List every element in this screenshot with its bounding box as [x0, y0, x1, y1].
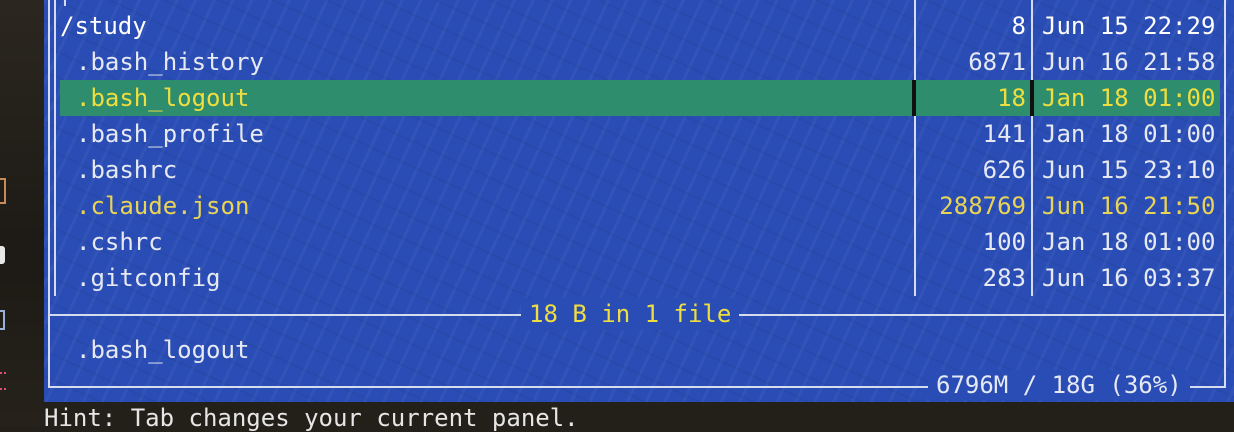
file-row[interactable]: .bashrc 626 Jun 15 23:10	[60, 152, 1220, 188]
panel-frame-left	[48, 0, 50, 388]
file-row[interactable]: .cshrc 100 Jan 18 01:00	[60, 224, 1220, 260]
background-icon-fragment	[0, 310, 5, 330]
file-size: 18	[997, 84, 1026, 112]
file-name: .gitconfig	[76, 264, 221, 292]
file-date: Jun 15 23:10	[1042, 156, 1216, 184]
file-name: .bash_profile	[76, 120, 264, 148]
file-size: 288769	[939, 192, 1026, 220]
file-row[interactable]: .bash_history 6871 Jun 16 21:58	[60, 44, 1220, 80]
file-name: .claude.json	[76, 192, 250, 220]
current-directory-date: Jun 15 22:29	[1042, 12, 1216, 40]
file-date: Jun 16 21:58	[1042, 48, 1216, 76]
current-directory-path: /study	[60, 12, 147, 40]
file-size: 283	[982, 264, 1026, 292]
file-size: 100	[982, 228, 1026, 256]
file-date: Jan 18 01:00	[1042, 120, 1216, 148]
panel-frame-left-inner	[54, 0, 56, 296]
mini-status-filename: .bash_logout	[76, 336, 250, 364]
disk-usage: 6796M / 18G (36%)	[928, 370, 1190, 400]
file-date: Jun 16 03:37	[1042, 264, 1216, 292]
file-name: .bash_logout	[76, 84, 250, 112]
file-name: .bashrc	[76, 156, 178, 184]
file-row-selected[interactable]: .bash_logout 18 Jan 18 01:00	[60, 80, 1220, 116]
cursor-column-marker	[1030, 80, 1034, 116]
file-date: Jan 18 01:00	[1042, 228, 1216, 256]
file-row[interactable]: .bash_profile 141 Jan 18 01:00	[60, 116, 1220, 152]
cursor-column-marker	[912, 80, 916, 116]
file-date: Jun 16 21:50	[1042, 192, 1216, 220]
hint-bar: Hint: Tab changes your current panel.	[44, 404, 579, 432]
file-row-highlighted[interactable]: .claude.json 288769 Jun 16 21:50	[60, 188, 1220, 224]
file-name: .bash_history	[76, 48, 264, 76]
current-directory-size: 8	[1011, 12, 1026, 40]
file-size: 6871	[968, 48, 1026, 76]
background-icon-fragment	[0, 246, 5, 264]
panel-frame-right	[1224, 0, 1226, 388]
file-date: Jan 18 01:00	[1042, 84, 1216, 112]
selection-status: 18 B in 1 file	[521, 298, 740, 330]
current-directory-row[interactable]: /study 8 Jun 15 22:29	[60, 8, 1220, 44]
file-row[interactable]: .gitconfig 283 Jun 16 03:37	[60, 260, 1220, 296]
desktop-background	[0, 0, 44, 426]
panel-frame-top-tick	[64, 0, 66, 6]
background-icon-fragment	[0, 372, 6, 390]
file-size: 141	[982, 120, 1026, 148]
file-size: 626	[982, 156, 1026, 184]
file-name: .cshrc	[76, 228, 163, 256]
background-icon-fragment	[0, 178, 6, 204]
